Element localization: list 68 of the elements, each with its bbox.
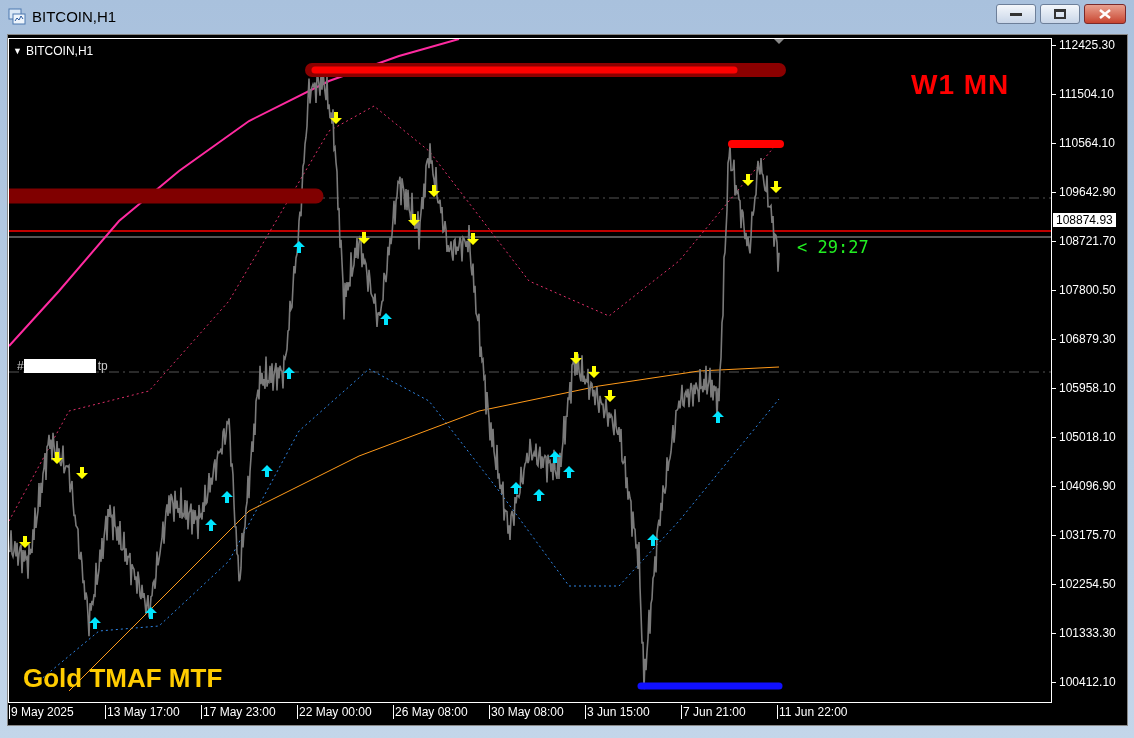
down-arrow-icon [76,467,88,479]
down-arrow-icon [770,181,782,193]
up-arrow-icon [205,519,217,531]
price-axis-label: 109642.90 [1059,185,1116,199]
time-axis-label: 30 May 08:00 [489,705,585,719]
close-button[interactable] [1084,4,1126,24]
time-axis-label: 26 May 08:00 [393,705,489,719]
down-arrow-icon [358,232,370,244]
down-arrow-icon [588,366,600,378]
price-axis-label: 111504.10 [1059,87,1114,101]
price-axis-label: 108721.70 [1059,234,1116,248]
up-arrow-icon [549,451,561,463]
time-axis-label: 17 May 23:00 [201,705,297,719]
price-axis-label: 107800.50 [1059,283,1116,297]
up-arrow-icon [145,607,157,619]
countdown-timer: < 29:27 [797,236,869,259]
close-icon [1099,9,1111,19]
down-arrow-icon [428,185,440,197]
price-axis-label: 100412.10 [1059,675,1116,689]
order-prefix: # [17,358,24,375]
price-axis-label: 105018.10 [1059,430,1116,444]
up-arrow-icon [261,465,273,477]
price-axis-label: 110564.10 [1059,136,1115,150]
maximize-icon [1054,9,1066,19]
down-arrow-icon [330,112,342,124]
up-arrow-icon [712,411,724,423]
price-axis-label: 105958.10 [1059,381,1116,395]
up-arrow-icon [380,313,392,325]
order-suffix: tp [97,358,108,375]
up-arrow-icon [563,466,575,478]
minimize-button[interactable] [996,4,1036,24]
down-arrow-icon [604,390,616,402]
up-arrow-icon [533,489,545,501]
up-arrow-icon [647,534,659,546]
up-arrow-icon [510,482,522,494]
current-price-tag: 108874.93 [1053,213,1116,227]
window-title: BITCOIN,H1 [32,6,117,27]
indicator-label: Gold TMAF MTF [23,662,223,695]
down-arrow-icon [51,452,63,464]
time-axis-label: 13 May 17:00 [105,705,201,719]
down-arrow-icon [19,536,31,548]
up-arrow-icon [89,617,101,629]
price-axis-label: 101333.30 [1059,626,1116,640]
up-arrow-icon [293,241,305,253]
up-arrow-icon [221,491,233,503]
chart-symbol-label: BITCOIN,H1 [25,43,94,60]
price-axis-label: 112425.30 [1059,38,1115,52]
price-axis-label: 103175.70 [1059,528,1116,542]
down-arrow-icon [570,352,582,364]
high-marker-bar [728,140,784,148]
down-arrow-icon [467,233,479,245]
timeframe-label: W1 MN [911,68,1010,102]
dropdown-arrow[interactable]: ▼ [13,46,22,56]
down-arrow-icon [742,174,754,186]
price-axis-label: 104096.90 [1059,479,1116,493]
time-axis-label: 22 May 00:00 [297,705,393,719]
time-axis-label: 7 Jun 21:00 [681,705,777,719]
chart-window-icon [8,8,26,26]
up-arrow-icon [283,367,295,379]
time-axis-label: 11 Jun 22:00 [777,705,873,719]
down-arrow-icon [408,214,420,226]
minimize-icon [1010,12,1022,16]
time-axis-label: 9 May 2025 [9,705,105,719]
price-axis-label: 106879.30 [1059,332,1116,346]
price-axis-label: 102254.50 [1059,577,1116,591]
maximize-button[interactable] [1040,4,1080,24]
shift-marker-icon [774,39,784,44]
time-axis-label: 3 Jun 15:00 [585,705,681,719]
